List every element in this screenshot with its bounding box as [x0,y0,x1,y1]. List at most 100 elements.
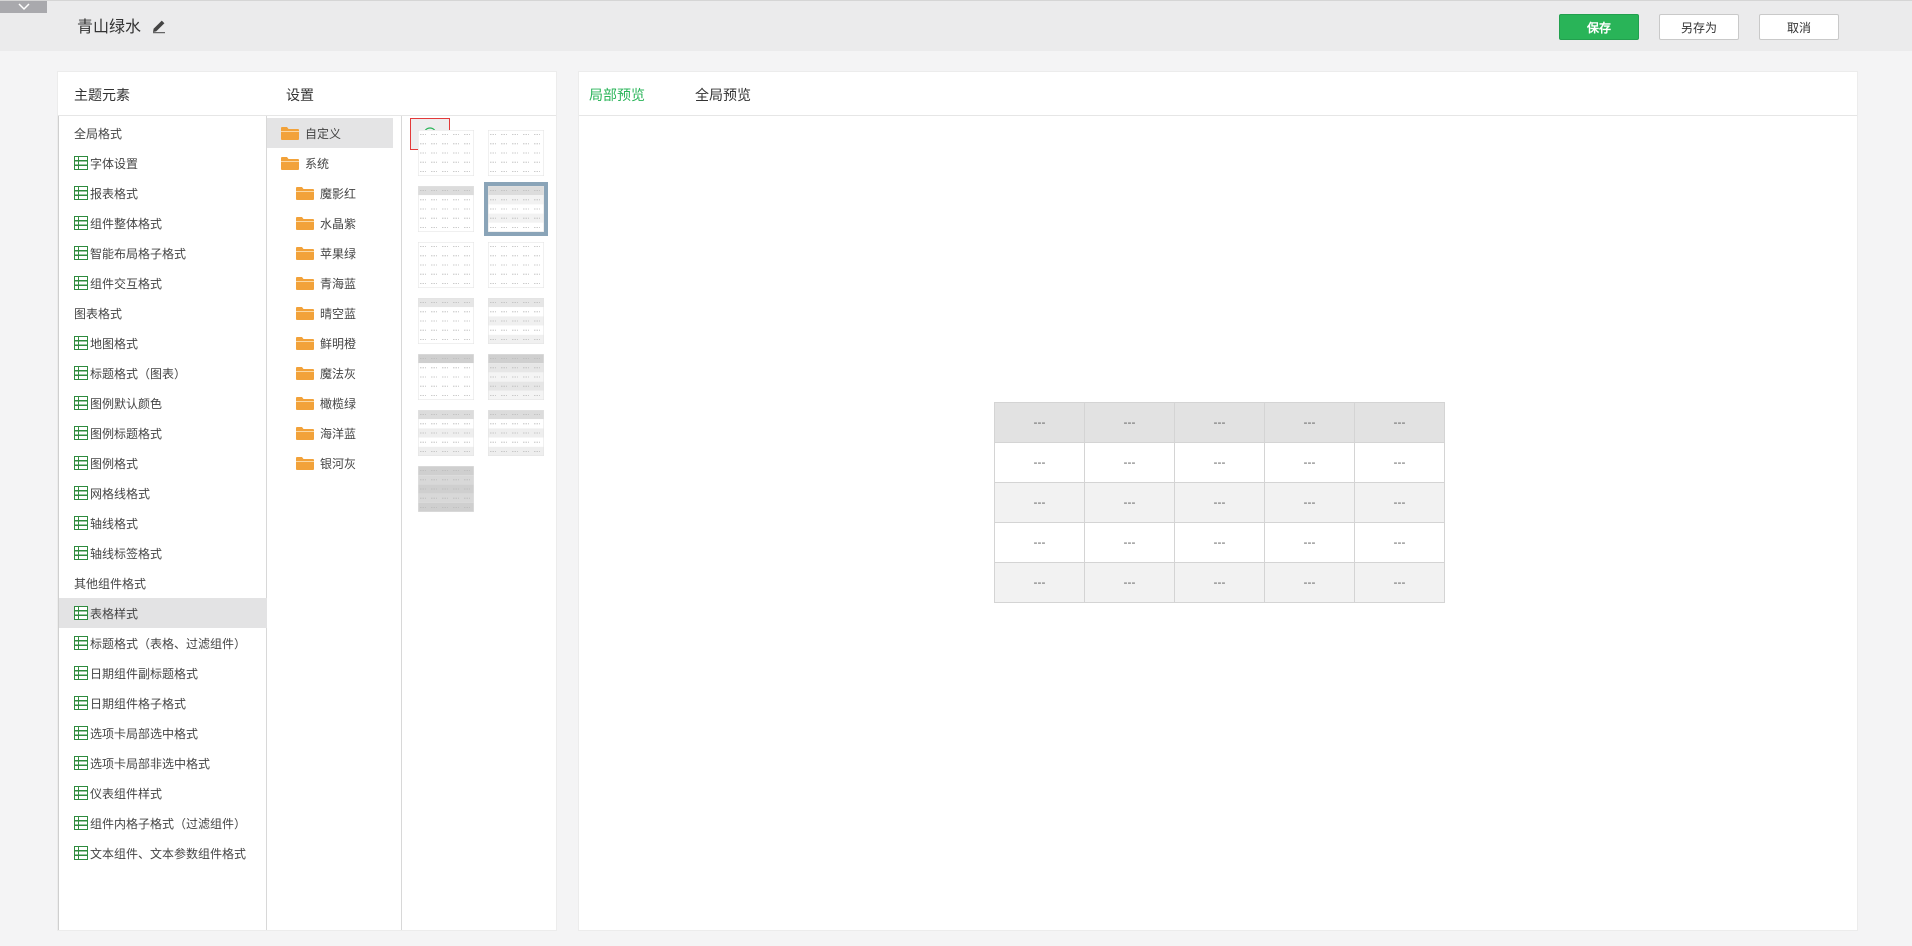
preview-table-cell: --- [1354,522,1445,563]
preview-table-cell: --- [1084,522,1175,563]
folder-label: 苹果绿 [320,246,357,261]
element-label: 日期组件副标题格式 [90,666,199,681]
folder-system-child[interactable]: 魔影红 [296,178,356,208]
element-item[interactable]: 报表格式 [59,178,267,208]
element-item[interactable]: 日期组件格子格式 [59,688,267,718]
folder-icon [296,217,314,230]
element-label: 组件整体格式 [90,216,163,231]
theme-element-list: 全局格式字体设置报表格式组件整体格式智能布局格子格式 组件交互格式 图表格式 地图格式… [58,116,267,930]
element-item[interactable]: 标题格式（图表） [59,358,267,388]
tab-global-preview[interactable]: 全局预览 [695,85,751,105]
preview-table-cell: --- [1264,522,1355,563]
element-label: 仪表组件样式 [90,786,163,801]
table-style-thumbnail[interactable] [488,242,544,288]
panel-header: 主题元素 设置 [58,72,556,116]
table-style-thumbnail[interactable] [418,242,474,288]
grid-icon [74,396,88,410]
element-item[interactable]: 字体设置 [59,148,267,178]
table-style-thumbnail[interactable] [418,130,474,176]
preview-tabs: 局部预览 全局预览 [579,72,1857,116]
tab-local-preview[interactable]: 局部预览 [589,85,645,105]
collapse-toggle[interactable] [0,1,47,13]
element-group[interactable]: 图表格式 [59,298,267,328]
element-item[interactable]: 图例格式 [59,448,267,478]
grid-icon [74,186,88,200]
element-item[interactable]: 选项卡局部选中格式 [59,718,267,748]
element-item[interactable]: 图例默认颜色 [59,388,267,418]
preview-table-cell: --- [994,482,1085,523]
folder-system-child[interactable]: 海洋蓝 [296,418,356,448]
element-item[interactable]: 表格样式 [59,598,267,628]
element-group[interactable]: 全局格式 [59,118,267,148]
grid-icon [74,516,88,530]
save-button[interactable]: 保存 [1559,14,1639,40]
folder-system-child[interactable]: 青海蓝 [296,268,356,298]
folder-system[interactable]: 系统 [281,148,329,178]
element-label: 报表格式 [90,186,139,201]
elements-heading: 主题元素 [74,88,130,104]
preview-table: --- --- --- --- --- --- --- --- --- --- --- --- --- -… [994,402,1445,603]
preview-table-cell: --- [1084,482,1175,523]
element-item[interactable]: 轴线标签格式 [59,538,267,568]
element-label: 图例标题格式 [90,426,163,441]
table-style-thumbnail[interactable] [418,298,474,344]
folder-system-child[interactable]: 苹果绿 [296,238,356,268]
element-group[interactable]: 其他组件格式 [59,568,267,598]
element-label: 其他组件格式 [74,576,147,591]
preview-table-cell: --- [1354,482,1445,523]
folder-icon [296,427,314,440]
element-item[interactable]: 组件交互格式 [59,268,267,298]
cancel-button[interactable]: 取消 [1759,14,1839,40]
element-item[interactable]: 选项卡局部非选中格式 [59,748,267,778]
table-style-thumbnail[interactable] [488,410,544,456]
save-as-button[interactable]: 另存为 [1659,14,1739,40]
preview-table-cell: --- [1174,402,1265,443]
folder-system-child[interactable]: 银河灰 [296,448,356,478]
folder-custom[interactable]: 自定义 [267,118,393,148]
element-label: 网格线格式 [90,486,151,501]
element-item[interactable]: 组件内格子格式（过滤组件） [59,808,267,838]
folder-system-child[interactable]: 橄榄绿 [296,388,356,418]
grid-icon [74,456,88,470]
table-style-thumbnail[interactable] [418,410,474,456]
table-style-thumbnail[interactable] [484,182,548,236]
element-item[interactable]: 网格线格式 [59,478,267,508]
table-style-thumbnail[interactable] [418,186,474,232]
preview-table-row: --- --- --- --- --- [994,402,1445,443]
element-label: 字体设置 [90,156,139,171]
folder-system-child[interactable]: 魔法灰 [296,358,356,388]
table-style-thumbnail[interactable] [418,466,474,512]
folder-icon [281,157,299,170]
element-item[interactable]: 文本组件、文本参数组件格式 [59,838,267,868]
element-item[interactable]: 日期组件副标题格式 [59,658,267,688]
grid-icon [74,696,88,710]
folder-label: 水晶紫 [320,216,357,231]
pencil-icon[interactable] [151,18,167,34]
element-label: 文本组件、文本参数组件格式 [90,846,247,861]
element-item[interactable]: 图例标题格式 [59,418,267,448]
element-item[interactable]: 标题格式（表格、过滤组件） [59,628,267,658]
element-item[interactable]: 地图格式 [59,328,267,358]
preview-panel: 局部预览 全局预览 --- --- --- --- --- --- --- --- --- ---… [578,71,1858,931]
folder-icon [296,337,314,350]
table-style-thumbnail[interactable] [418,354,474,400]
element-label: 图例默认颜色 [90,396,163,411]
folder-system-child[interactable]: 晴空蓝 [296,298,356,328]
table-style-thumbnail[interactable] [488,354,544,400]
element-item[interactable]: 仪表组件样式 [59,778,267,808]
grid-icon [74,666,88,680]
element-item[interactable]: 轴线格式 [59,508,267,538]
folder-label: 魔法灰 [320,366,357,381]
table-style-thumbnail[interactable] [488,130,544,176]
grid-icon [74,606,88,620]
folder-system-child[interactable]: 鲜明橙 [296,328,356,358]
element-item[interactable]: 组件整体格式 [59,208,267,238]
grid-icon [74,216,88,230]
element-item[interactable]: 智能布局格子格式 [59,238,267,268]
table-style-thumbnail[interactable] [488,298,544,344]
folder-system-child[interactable]: 水晶紫 [296,208,356,238]
element-label: 日期组件格子格式 [90,696,187,711]
grid-icon [74,246,88,260]
element-label: 选项卡局部选中格式 [90,726,199,741]
theme-settings-panel: 主题元素 设置 全局格式字体设置报表格式组件整体格式智能布局格子格式 组件交互格式… [57,71,557,931]
